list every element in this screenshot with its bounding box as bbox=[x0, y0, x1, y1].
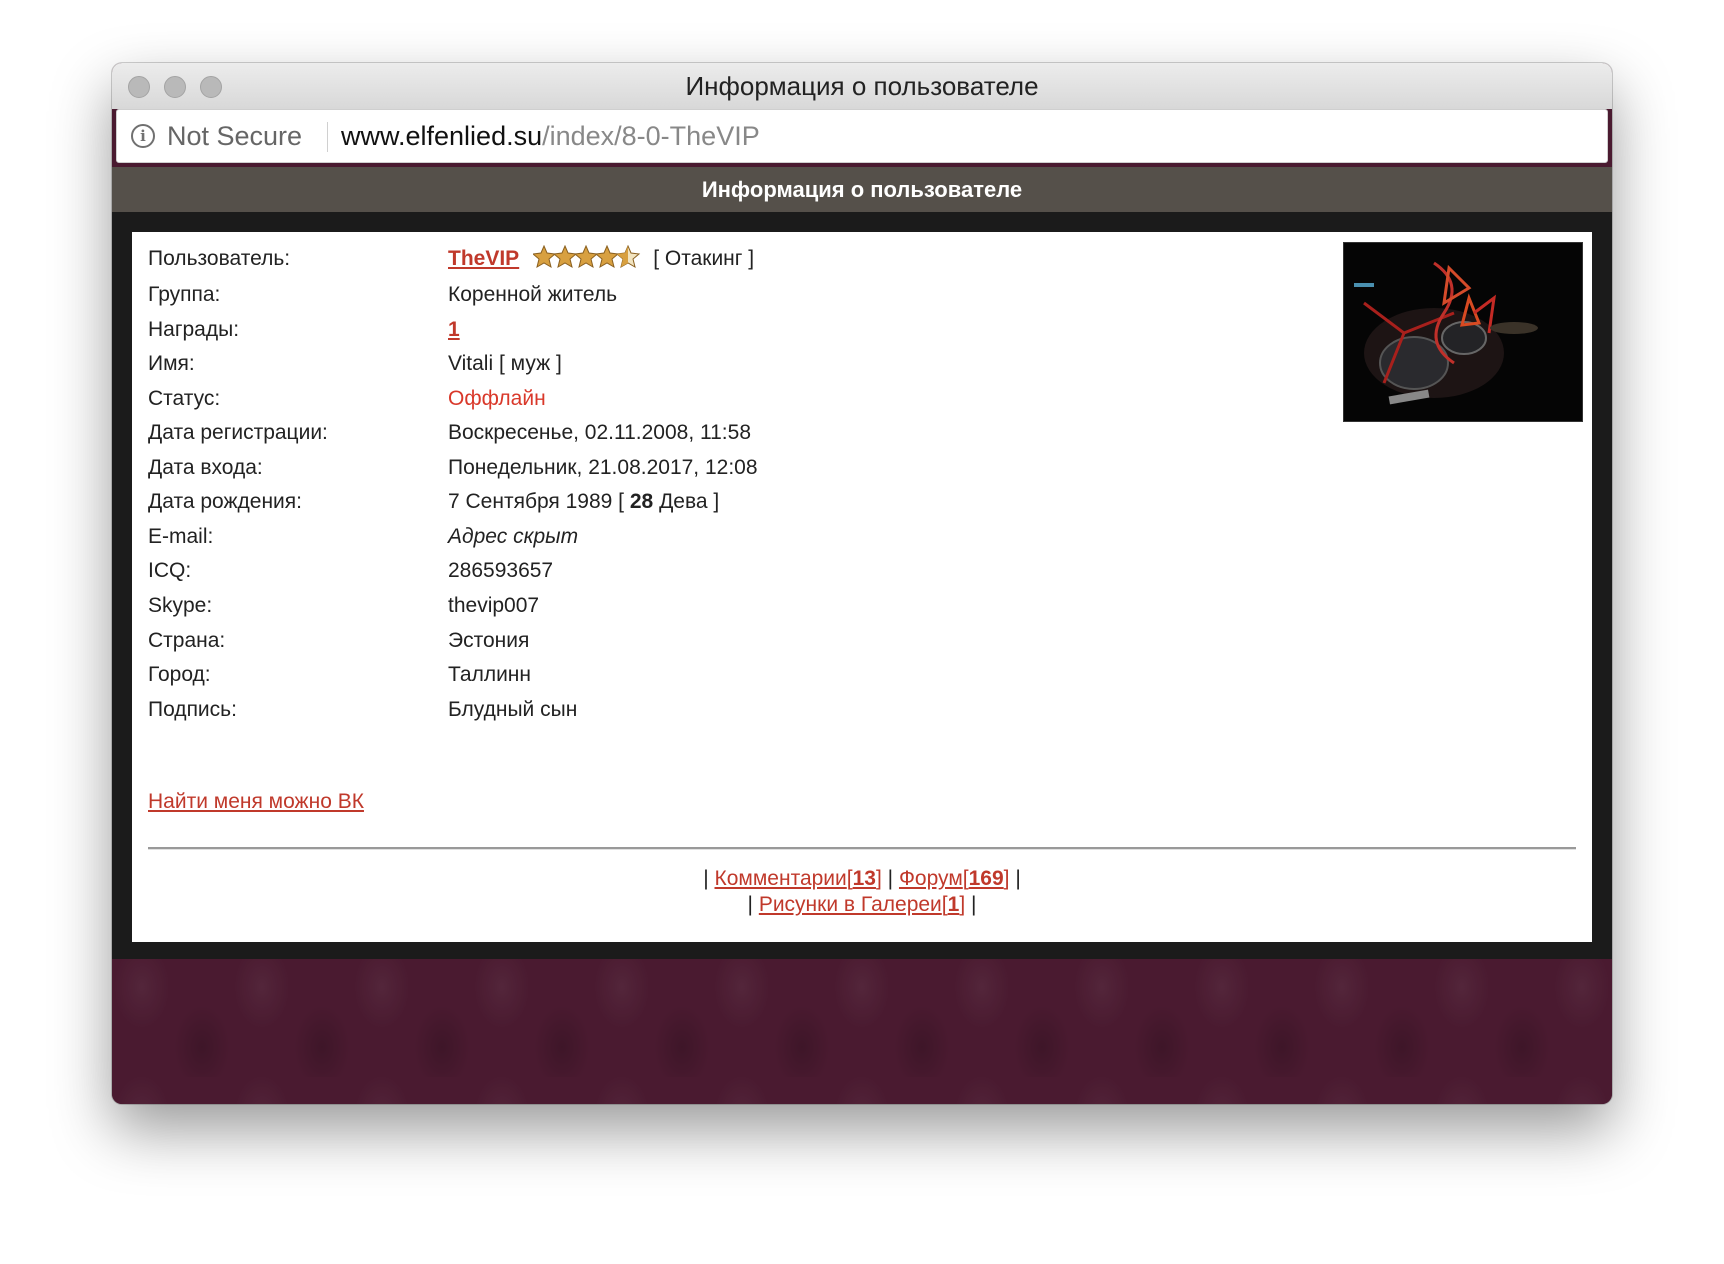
forum-link[interactable]: Форум[169] bbox=[899, 867, 1010, 890]
pipe: | bbox=[1015, 867, 1021, 890]
forum-label: Форум bbox=[898, 867, 963, 890]
signature-label: Подпись: bbox=[148, 698, 237, 721]
vk-link[interactable]: Найти меня можно ВК bbox=[148, 787, 364, 817]
url-path: /index/8-0-TheVIP bbox=[542, 121, 760, 151]
icq-label: ICQ: bbox=[148, 559, 192, 582]
page-header: Информация о пользователе bbox=[112, 167, 1612, 212]
country-label: Страна: bbox=[148, 629, 226, 652]
window-title: Информация о пользователе bbox=[685, 71, 1039, 101]
icq-value: 286593657 bbox=[448, 559, 554, 582]
security-label: Not Secure bbox=[167, 121, 303, 151]
url-domain: www.elfenlied.su bbox=[341, 121, 543, 151]
content-frame: Пользователь: TheVIP [ Отакинг ] Группа:… bbox=[112, 212, 1612, 959]
pipe: | bbox=[887, 867, 894, 890]
user-value: TheVIP [ Отакинг ] bbox=[448, 240, 754, 278]
awards-value: 1 bbox=[448, 311, 460, 349]
username-link[interactable]: TheVIP bbox=[448, 247, 519, 270]
reg-date-value: Воскресенье, 02.11.2008, 11:58 bbox=[448, 421, 752, 444]
forum-count: 169 bbox=[968, 867, 1004, 890]
status-label: Статус: bbox=[148, 387, 221, 410]
name-label: Имя: bbox=[148, 352, 195, 375]
city-label: Город: bbox=[148, 663, 211, 686]
email-value: Адрес скрыт bbox=[448, 525, 579, 548]
group-value: Коренной житель bbox=[448, 283, 618, 306]
stats-line-1: | Комментарии[13] | Форум[169] | bbox=[132, 866, 1592, 892]
url-text[interactable]: www.elfenlied.su/index/8-0-TheVIP bbox=[341, 110, 760, 162]
login-date-value: Понедельник, 21.08.2017, 12:08 bbox=[448, 456, 758, 479]
skype-label: Skype: bbox=[148, 594, 213, 617]
status-value: Оффлайн bbox=[448, 387, 546, 410]
avatar-image bbox=[1344, 243, 1582, 421]
rank-text: [ Отакинг ] bbox=[653, 247, 755, 270]
profile-panel: Пользователь: TheVIP [ Отакинг ] Группа:… bbox=[132, 232, 1592, 942]
address-bar[interactable]: i Not Secure www.elfenlied.su/index/8-0-… bbox=[116, 109, 1608, 163]
country-value: Эстония bbox=[448, 629, 530, 652]
comments-link[interactable]: Комментарии[13] bbox=[715, 867, 882, 890]
user-label: Пользователь: bbox=[148, 247, 291, 270]
group-label: Группа: bbox=[148, 283, 221, 306]
info-icon[interactable]: i bbox=[131, 124, 155, 148]
birth-label: Дата рождения: bbox=[148, 490, 302, 513]
address-divider bbox=[327, 122, 328, 152]
web-page: Информация о пользователе Пользователь: … bbox=[112, 167, 1612, 1104]
signature-value: Блудный сын bbox=[448, 698, 578, 721]
real-name: Vitali bbox=[448, 352, 494, 375]
reg-date-label: Дата регистрации: bbox=[148, 421, 328, 444]
age: 28 bbox=[629, 490, 654, 513]
email-label: E-mail: bbox=[148, 525, 214, 548]
gender: [ муж ] bbox=[498, 352, 562, 375]
pipe: | bbox=[971, 893, 977, 916]
comments-count: 13 bbox=[852, 867, 876, 890]
divider bbox=[148, 847, 1576, 850]
birth-value: 7 Сентября 1989 [ 28 Дева ] bbox=[448, 483, 719, 521]
birth-date: 7 Сентября 1989 [ bbox=[448, 490, 625, 513]
comments-label: Комментарии bbox=[714, 867, 847, 890]
city-value: Таллинн bbox=[448, 663, 531, 686]
stats-line-2: | Рисунки в Галереи[1] | bbox=[132, 892, 1592, 918]
browser-window: Информация о пользователе i Not Secure w… bbox=[112, 63, 1612, 1104]
pipe: | bbox=[703, 867, 709, 890]
user-avatar bbox=[1343, 242, 1583, 422]
awards-link[interactable]: 1 bbox=[448, 318, 460, 341]
awards-label: Награды: bbox=[148, 318, 240, 341]
gallery-count: 1 bbox=[947, 893, 960, 916]
login-date-label: Дата входа: bbox=[148, 456, 263, 479]
rank-stars-icon bbox=[533, 245, 641, 269]
gallery-link[interactable]: Рисунки в Галереи[1] bbox=[759, 893, 965, 916]
gallery-label: Рисунки в Галереи bbox=[758, 893, 942, 916]
name-value: Vitali [ муж ] bbox=[448, 345, 562, 383]
zodiac: Дева ] bbox=[659, 490, 720, 513]
skype-value: thevip007 bbox=[448, 594, 540, 617]
title-bar: Информация о пользователе bbox=[112, 63, 1612, 109]
pipe: | bbox=[747, 893, 753, 916]
